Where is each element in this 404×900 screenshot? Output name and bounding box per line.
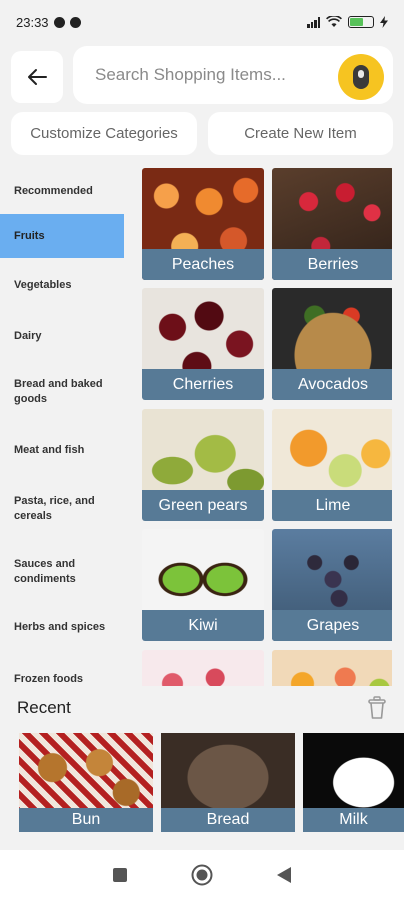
category-herbs-and-spices[interactable]: Herbs and spices	[0, 602, 124, 652]
item-label: Grapes	[272, 610, 392, 641]
item-tile[interactable]: Berries	[272, 168, 392, 280]
category-label: Dairy	[14, 329, 42, 342]
item-tile[interactable]: Cherries	[142, 288, 264, 400]
item-tile[interactable]: Kiwi	[142, 529, 264, 641]
battery-level	[350, 18, 364, 26]
category-pasta-rice-cereals[interactable]: Pasta, rice, and cereals	[0, 476, 124, 542]
category-meat-and-fish[interactable]: Meat and fish	[0, 424, 124, 476]
category-vegetables[interactable]: Vegetables	[0, 258, 124, 312]
system-nav-bar	[0, 850, 404, 900]
item-tile[interactable]: Green pears	[142, 409, 264, 521]
item-image	[272, 650, 392, 686]
item-label: Berries	[272, 249, 392, 280]
arrow-left-icon	[28, 69, 47, 85]
category-label: Vegetables	[14, 278, 72, 291]
category-label: Herbs and spices	[14, 620, 106, 633]
back-triangle-icon[interactable]	[276, 866, 292, 884]
item-label: Milk	[303, 808, 404, 832]
category-label: Recommended	[14, 184, 93, 197]
recents-square-icon[interactable]	[112, 867, 128, 883]
category-sidebar: Recommended Fruits Vegetables Dairy Brea…	[0, 168, 124, 686]
item-tile[interactable]	[142, 650, 264, 686]
customize-categories-button[interactable]: Customize Categories	[11, 112, 197, 155]
search-placeholder: Search Shopping Items...	[95, 65, 286, 84]
category-label: Frozen foods	[14, 673, 84, 685]
item-tile[interactable]: Peaches	[142, 168, 264, 280]
item-label: Kiwi	[142, 610, 264, 641]
item-label: Avocados	[272, 369, 392, 400]
microphone-icon	[353, 65, 369, 89]
category-label: Sauces and condiments	[14, 558, 76, 585]
signal-icon	[307, 16, 320, 28]
item-grid: Peaches Berries Cherries Avocados Green …	[142, 168, 392, 686]
item-label: Lime	[272, 490, 392, 521]
search-input[interactable]: Search Shopping Items...	[73, 46, 393, 104]
category-frozen-foods[interactable]: Frozen foods	[0, 652, 124, 686]
item-label: Cherries	[142, 369, 264, 400]
item-label: Peaches	[142, 249, 264, 280]
category-label: Fruits	[14, 229, 45, 242]
category-label: Bread and baked goods	[14, 378, 103, 405]
recent-item-tile[interactable]: Bread	[161, 733, 295, 832]
item-label: Green pears	[142, 490, 264, 521]
recent-heading: Recent	[17, 698, 71, 717]
status-bar: 23:33	[0, 0, 404, 44]
wifi-icon	[326, 16, 342, 27]
home-circle-icon[interactable]	[191, 864, 213, 886]
trash-icon[interactable]	[366, 696, 388, 720]
category-bread-and-baked-goods[interactable]: Bread and baked goods	[0, 360, 124, 424]
item-tile[interactable]: Lime	[272, 409, 392, 521]
recent-items-row: Bun Bread Milk	[0, 733, 404, 833]
category-dairy[interactable]: Dairy	[0, 312, 124, 360]
item-tile[interactable]: Grapes	[272, 529, 392, 641]
back-button[interactable]	[11, 51, 63, 103]
notification-icon	[53, 16, 65, 28]
voice-search-button[interactable]	[338, 54, 384, 100]
category-sauces-and-condiments[interactable]: Sauces and condiments	[0, 542, 124, 602]
item-image	[142, 650, 264, 686]
item-label: Bun	[19, 808, 153, 832]
battery-icon	[348, 16, 374, 28]
category-label: Pasta, rice, and cereals	[14, 495, 95, 522]
recent-item-tile[interactable]: Bun	[19, 733, 153, 832]
status-time: 23:33	[16, 14, 49, 30]
create-new-item-button[interactable]: Create New Item	[208, 112, 393, 155]
recent-item-tile[interactable]: Milk	[303, 733, 404, 832]
charging-icon	[380, 16, 388, 28]
notification-icon	[69, 16, 81, 28]
item-tile[interactable]	[272, 650, 392, 686]
category-fruits[interactable]: Fruits	[0, 214, 124, 258]
item-label: Bread	[161, 808, 295, 832]
category-label: Meat and fish	[14, 443, 85, 456]
category-recommended[interactable]: Recommended	[0, 168, 124, 214]
item-tile[interactable]: Avocados	[272, 288, 392, 400]
